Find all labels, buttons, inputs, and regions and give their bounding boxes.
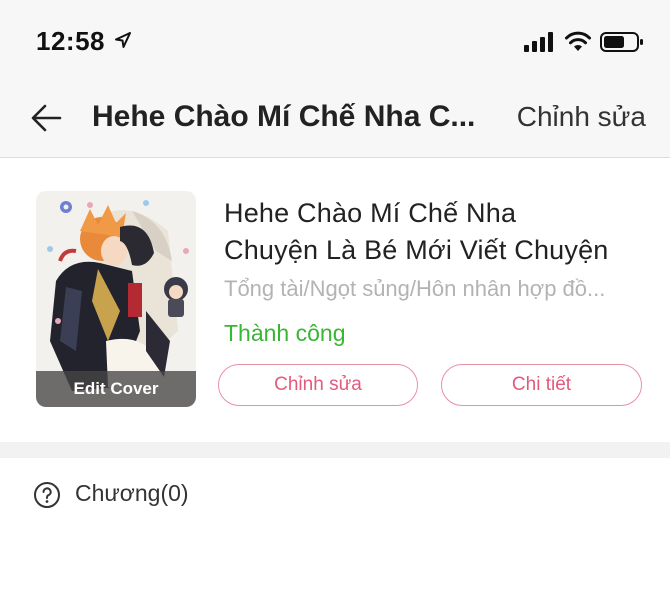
chapter-section: Chương(0) (0, 458, 670, 530)
chapter-count-label: Chương(0) (75, 480, 189, 506)
story-genres: Tổng tài/Ngọt sủng/Hôn nhân hợp đồ... (224, 276, 606, 301)
back-button[interactable] (24, 96, 68, 140)
edit-story-button[interactable]: Chỉnh sửa (218, 364, 418, 406)
story-title-line-1: Hehe Chào Mí Chế Nha (224, 198, 517, 228)
story-title-line-2: Chuyện Là Bé Mới Viết Chuyện (224, 235, 609, 265)
back-arrow-icon (31, 104, 62, 132)
nav-edit-button[interactable]: Chỉnh sửa (517, 101, 646, 133)
story-title: Hehe Chào Mí Chế Nha Chuyện Là Bé Mới Vi… (224, 195, 654, 269)
story-status: Thành công (224, 320, 346, 346)
question-circle-icon[interactable] (33, 481, 61, 509)
story-detail-button[interactable]: Chi tiết (441, 364, 642, 406)
edit-cover-button[interactable]: Edit Cover (36, 371, 196, 407)
page-title: Hehe Chào Mí Chế Nha C... (92, 100, 476, 133)
nav-bar: Hehe Chào Mí Chế Nha C... Chỉnh sửa (0, 80, 670, 158)
wifi-icon (565, 31, 591, 51)
story-card: Edit Cover Hehe Chào Mí Chế Nha Chuyện L… (0, 159, 670, 442)
cellular-signal-icon (524, 32, 553, 52)
status-bar: 12:58 (0, 0, 670, 80)
battery-icon (600, 32, 643, 52)
status-time: 12:58 (36, 26, 105, 56)
section-divider (0, 442, 670, 458)
location-arrow-icon (115, 32, 131, 48)
story-cover[interactable]: Edit Cover (36, 191, 196, 407)
